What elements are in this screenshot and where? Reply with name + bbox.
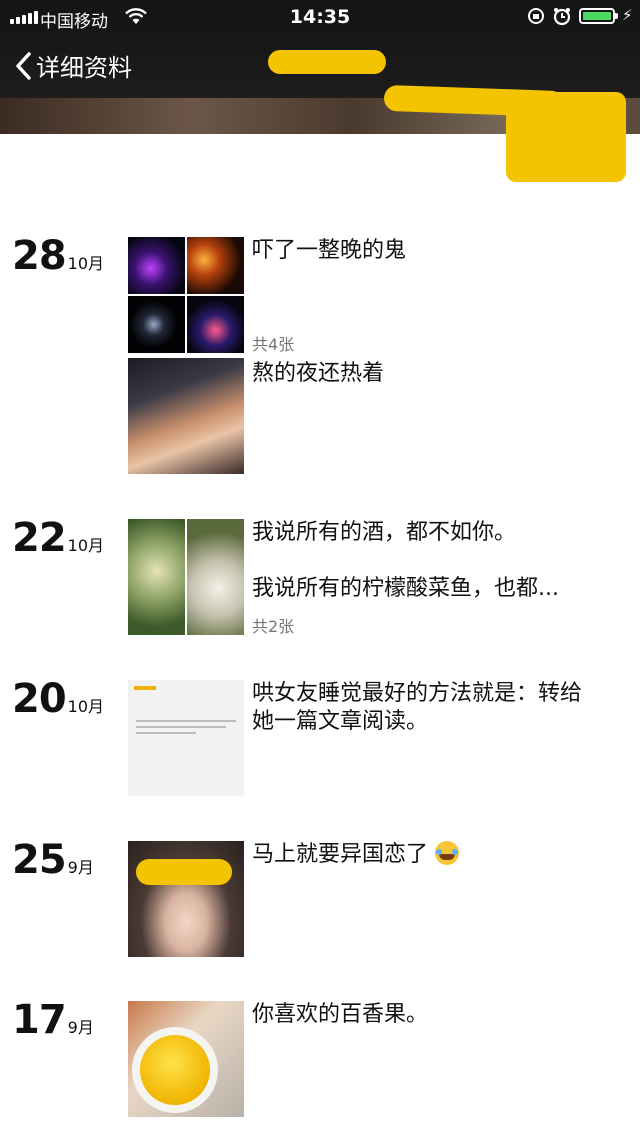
rotation-lock-icon (527, 7, 545, 30)
photo-grid[interactable] (128, 519, 244, 635)
photo-thumbnail[interactable] (187, 296, 244, 353)
post-caption[interactable]: 你喜欢的百香果。 (252, 1001, 597, 1029)
post-date: 22 10月 (12, 515, 104, 561)
photo-thumbnail[interactable] (128, 841, 244, 957)
post-month: 9月 (67, 858, 94, 877)
screenshot-line (136, 726, 226, 728)
post-caption[interactable]: 马上就要异国恋了 (252, 841, 597, 869)
back-button[interactable]: 详细资料 (14, 48, 132, 83)
back-label: 详细资料 (36, 54, 132, 82)
post-date: 17 9月 (12, 997, 94, 1043)
post-caption[interactable]: 吓了一整晚的鬼 (252, 237, 597, 265)
photo-count: 共2张 (252, 617, 295, 636)
photo-thumbnail[interactable] (128, 519, 185, 635)
redaction-name (268, 50, 386, 74)
post-month: 9月 (67, 1018, 94, 1037)
redaction-avatar (506, 92, 626, 182)
screenshot-line (136, 720, 236, 722)
screenshot-line (136, 732, 196, 734)
battery-icon (579, 8, 615, 24)
chevron-left-icon (16, 51, 31, 80)
photo-count: 共4张 (252, 335, 295, 354)
photo-thumbnail[interactable] (187, 519, 244, 635)
post-caption[interactable]: 我说所有的酒，都不如你。 (252, 519, 597, 547)
post-day: 28 (12, 233, 67, 279)
alarm-icon (552, 6, 572, 31)
post-day: 17 (12, 997, 67, 1043)
photo-thumbnail[interactable] (128, 1001, 244, 1117)
screenshot-line (134, 686, 156, 690)
juice (140, 1035, 210, 1105)
post-date: 28 10月 (12, 233, 104, 279)
photo-thumbnail[interactable] (128, 358, 244, 474)
photo-thumbnail[interactable] (128, 296, 185, 353)
post-month: 10月 (67, 697, 105, 716)
post-day: 20 (12, 676, 67, 722)
post-date: 20 10月 (12, 676, 104, 722)
crying-laughing-emoji-icon (435, 841, 460, 865)
post-caption[interactable]: 熬的夜还热着 (252, 360, 597, 388)
post-day: 22 (12, 515, 67, 561)
photo-thumbnail[interactable] (128, 237, 185, 294)
post-caption-continued[interactable]: 我说所有的柠檬酸菜鱼，也都... (252, 575, 597, 603)
status-bar: 中国移动 14:35 ⚡ (0, 0, 640, 34)
post-caption[interactable]: 哄女友睡觉最好的方法就是：转给她一篇文章阅读。 (252, 680, 592, 736)
post-date: 25 9月 (12, 837, 94, 883)
post-month: 10月 (67, 536, 105, 555)
charging-icon: ⚡ (622, 6, 633, 24)
battery-tip (615, 13, 618, 19)
post-month: 10月 (67, 254, 105, 273)
photo-grid[interactable] (128, 237, 244, 353)
post-day: 25 (12, 837, 67, 883)
photo-thumbnail[interactable] (187, 237, 244, 294)
photo-thumbnail[interactable] (128, 680, 244, 796)
redaction-face (136, 859, 232, 885)
post-caption-text: 马上就要异国恋了 (252, 842, 429, 867)
